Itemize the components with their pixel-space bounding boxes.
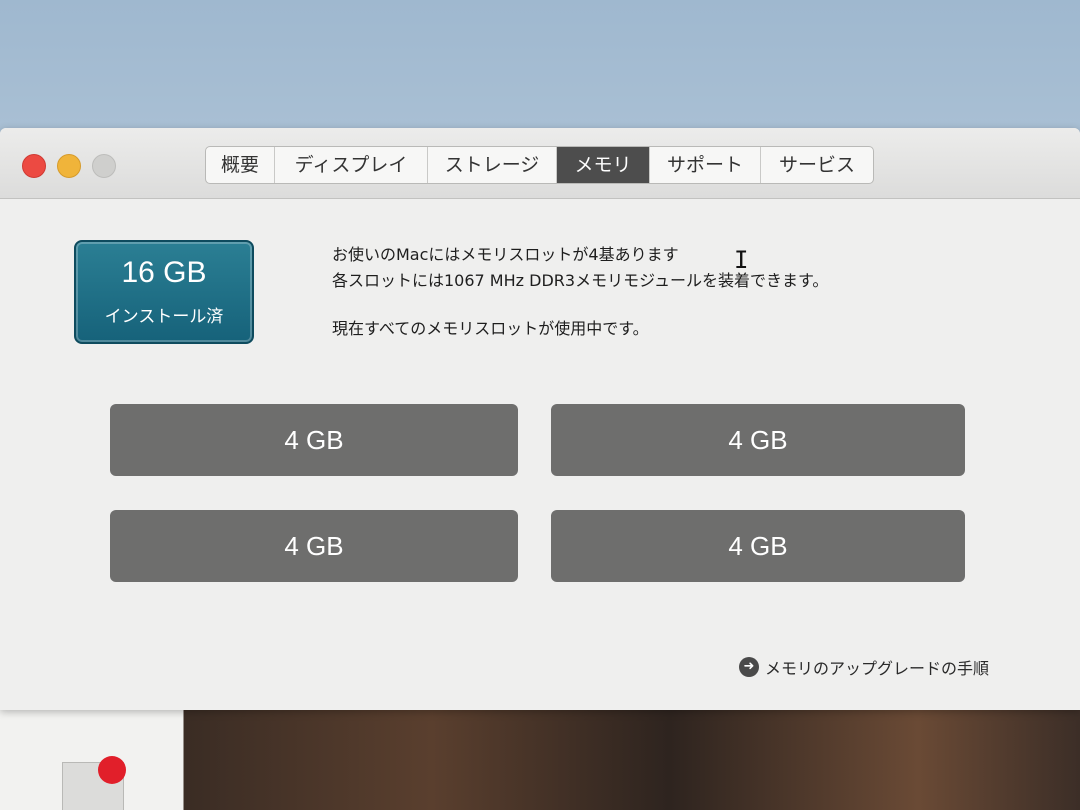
installed-label: インストール済 xyxy=(104,307,224,327)
slot-count-text: お使いのMacにはメモリスロットが4基あります xyxy=(332,245,679,264)
arrow-right-circle-icon: ➜ xyxy=(739,657,759,677)
tab-support[interactable]: サポート xyxy=(650,147,761,183)
tab-memory[interactable]: メモリ xyxy=(557,147,650,183)
memory-slot-4: 4 GB xyxy=(551,510,965,582)
minimize-button[interactable] xyxy=(57,154,81,178)
memory-upgrade-label: メモリのアップグレードの手順 xyxy=(765,659,990,678)
memory-panel: 16 GB インストール済 お使いのMacにはメモリスロットが4基あります 各ス… xyxy=(0,199,1080,710)
slot-status-text: 現在すべてのメモリスロットが使用中です。 xyxy=(332,319,649,338)
desktop-background xyxy=(0,700,1080,810)
titlebar: 概要 ディスプレイ ストレージ メモリ サポート サービス xyxy=(0,128,1080,199)
notification-dot xyxy=(98,756,126,784)
text-cursor-icon: I xyxy=(734,246,749,274)
memory-slot-1: 4 GB xyxy=(110,404,518,476)
memory-upgrade-link[interactable]: ➜ メモリのアップグレードの手順 xyxy=(739,655,989,679)
tab-service[interactable]: サービス xyxy=(761,147,873,183)
installed-memory-badge: 16 GB インストール済 xyxy=(74,240,254,344)
memory-slot-3: 4 GB xyxy=(110,510,518,582)
module-spec-text: 各スロットには1067 MHz DDR3メモリモジュールを装着できます。 xyxy=(332,271,829,290)
tab-bar: 概要 ディスプレイ ストレージ メモリ サポート サービス xyxy=(205,146,874,184)
zoom-button[interactable] xyxy=(92,154,116,178)
tab-storage[interactable]: ストレージ xyxy=(428,147,557,183)
tab-overview[interactable]: 概要 xyxy=(206,147,275,183)
installed-memory-size: 16 GB xyxy=(121,256,207,289)
close-button[interactable] xyxy=(22,154,46,178)
about-this-mac-window: 概要 ディスプレイ ストレージ メモリ サポート サービス 16 GB インスト… xyxy=(0,128,1080,710)
memory-slot-2: 4 GB xyxy=(551,404,965,476)
tab-displays[interactable]: ディスプレイ xyxy=(275,147,428,183)
